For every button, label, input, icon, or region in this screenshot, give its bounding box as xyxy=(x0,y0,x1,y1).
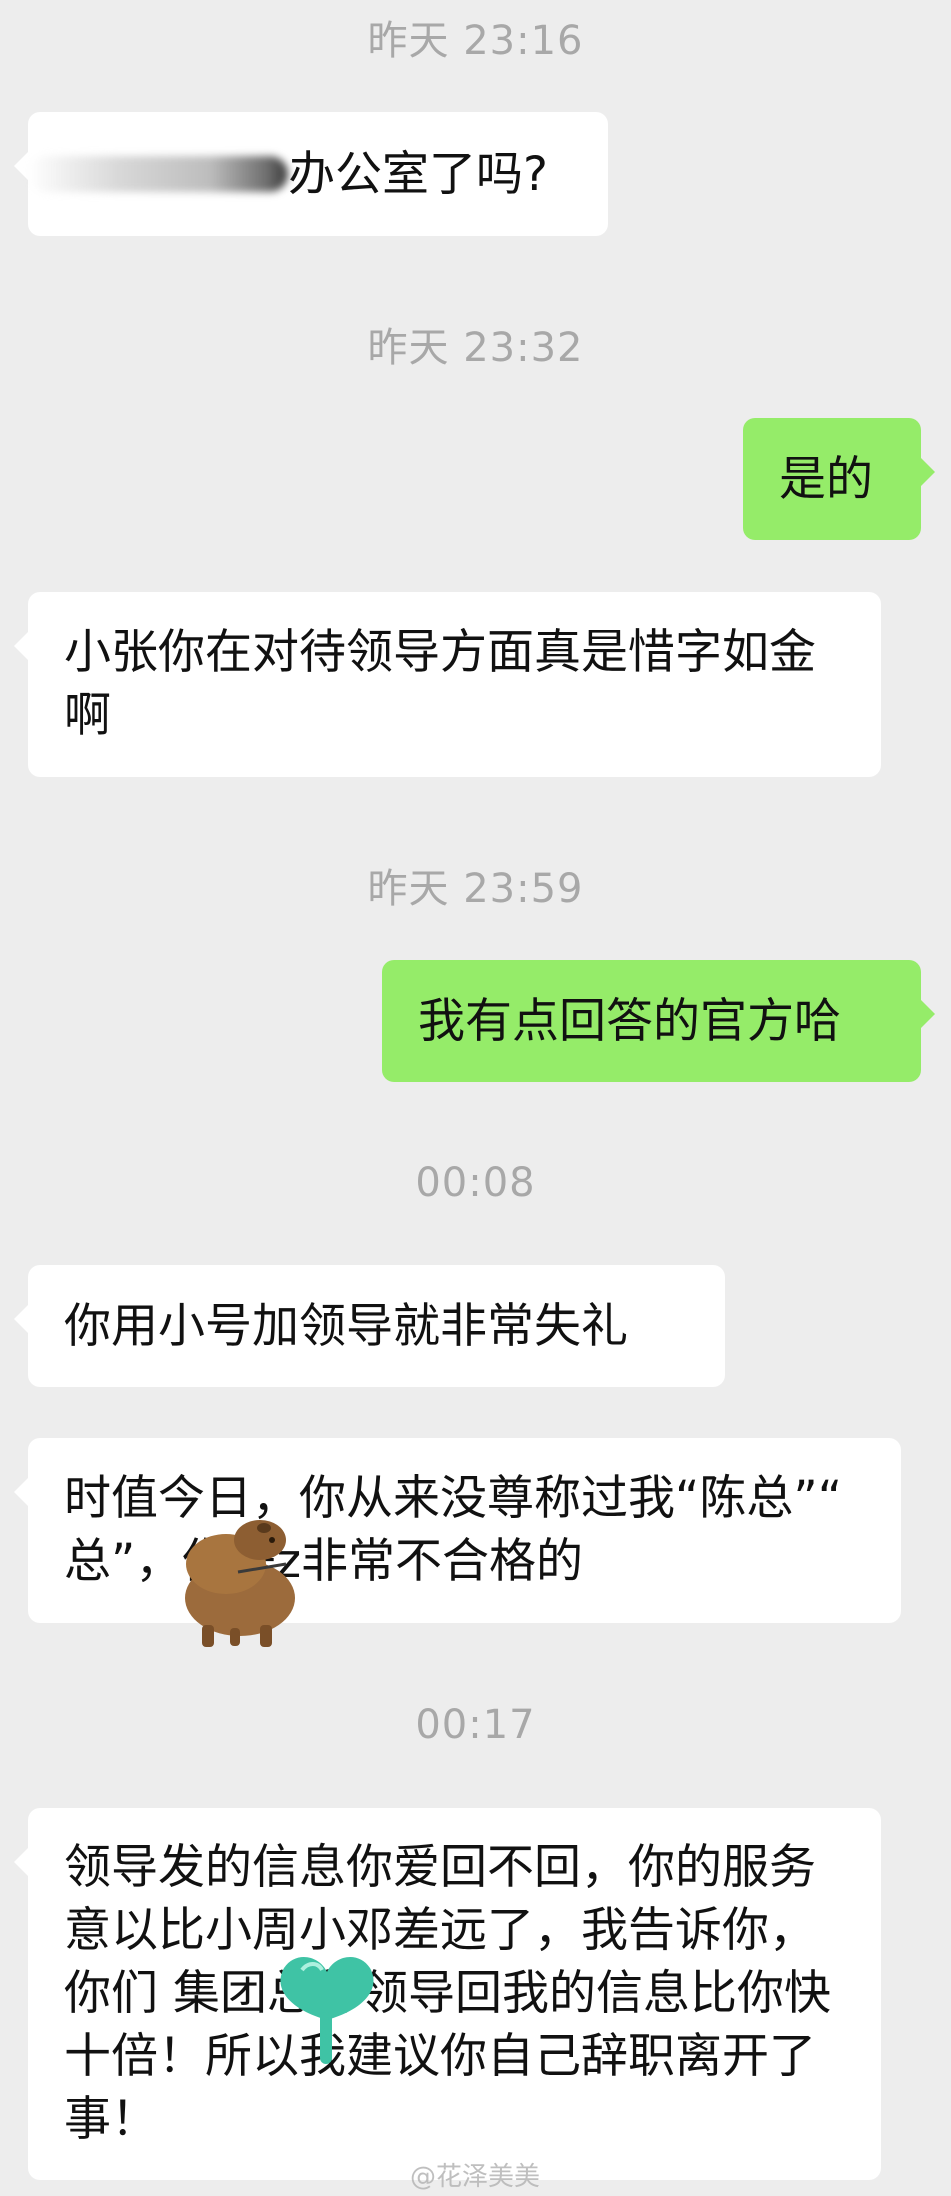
redacted-blur xyxy=(28,156,288,192)
message-bubble-outgoing[interactable]: 是的 xyxy=(743,418,935,540)
message-bubble-outgoing[interactable]: 我有点回答的官方哈 xyxy=(382,960,935,1082)
chat-conversation[interactable]: 昨天 23:16 办公室了吗? 昨天 23:32 是的 小张你在对待领导方面真是… xyxy=(0,0,951,2196)
message-text: 我有点回答的官方哈 xyxy=(418,993,841,1049)
capybara-sticker xyxy=(185,1520,295,1647)
message-bubble-incoming[interactable]: 你用小号加领导就非常失礼 xyxy=(14,1265,725,1387)
message-bubble-incoming[interactable]: 小张你在对待领导方面真是惜字如金啊 xyxy=(14,592,881,777)
message-bubble-incoming[interactable]: 时值今日，你从来没尊称过我“陈总”“ 总”，你是z非常不合格的 xyxy=(14,1438,901,1623)
message-text: 办公室了吗? xyxy=(288,146,548,202)
timestamp: 昨天 23:32 xyxy=(367,325,584,371)
timestamp: 00:17 xyxy=(415,1702,536,1748)
timestamp: 昨天 23:16 xyxy=(367,18,584,64)
timestamp: 00:08 xyxy=(415,1160,536,1206)
green-heart-sticker xyxy=(280,1956,374,2064)
message-text: 领导发的信息你爱回不回，你的服务意以比小周小邓差远了，我告诉你，你们 集团总部领… xyxy=(64,1840,831,2147)
message-bubble-incoming[interactable]: 领导发的信息你爱回不回，你的服务意以比小周小邓差远了，我告诉你，你们 集团总部领… xyxy=(14,1808,881,2180)
message-text: 小张你在对待领导方面真是惜字如金啊 xyxy=(64,625,816,743)
message-text: 是的 xyxy=(779,451,873,507)
message-text: 你用小号加领导就非常失礼 xyxy=(64,1298,628,1354)
watermark: @花泽美美 xyxy=(410,2162,541,2192)
timestamp: 昨天 23:59 xyxy=(367,866,584,912)
message-bubble-incoming[interactable]: 办公室了吗? xyxy=(14,112,608,236)
